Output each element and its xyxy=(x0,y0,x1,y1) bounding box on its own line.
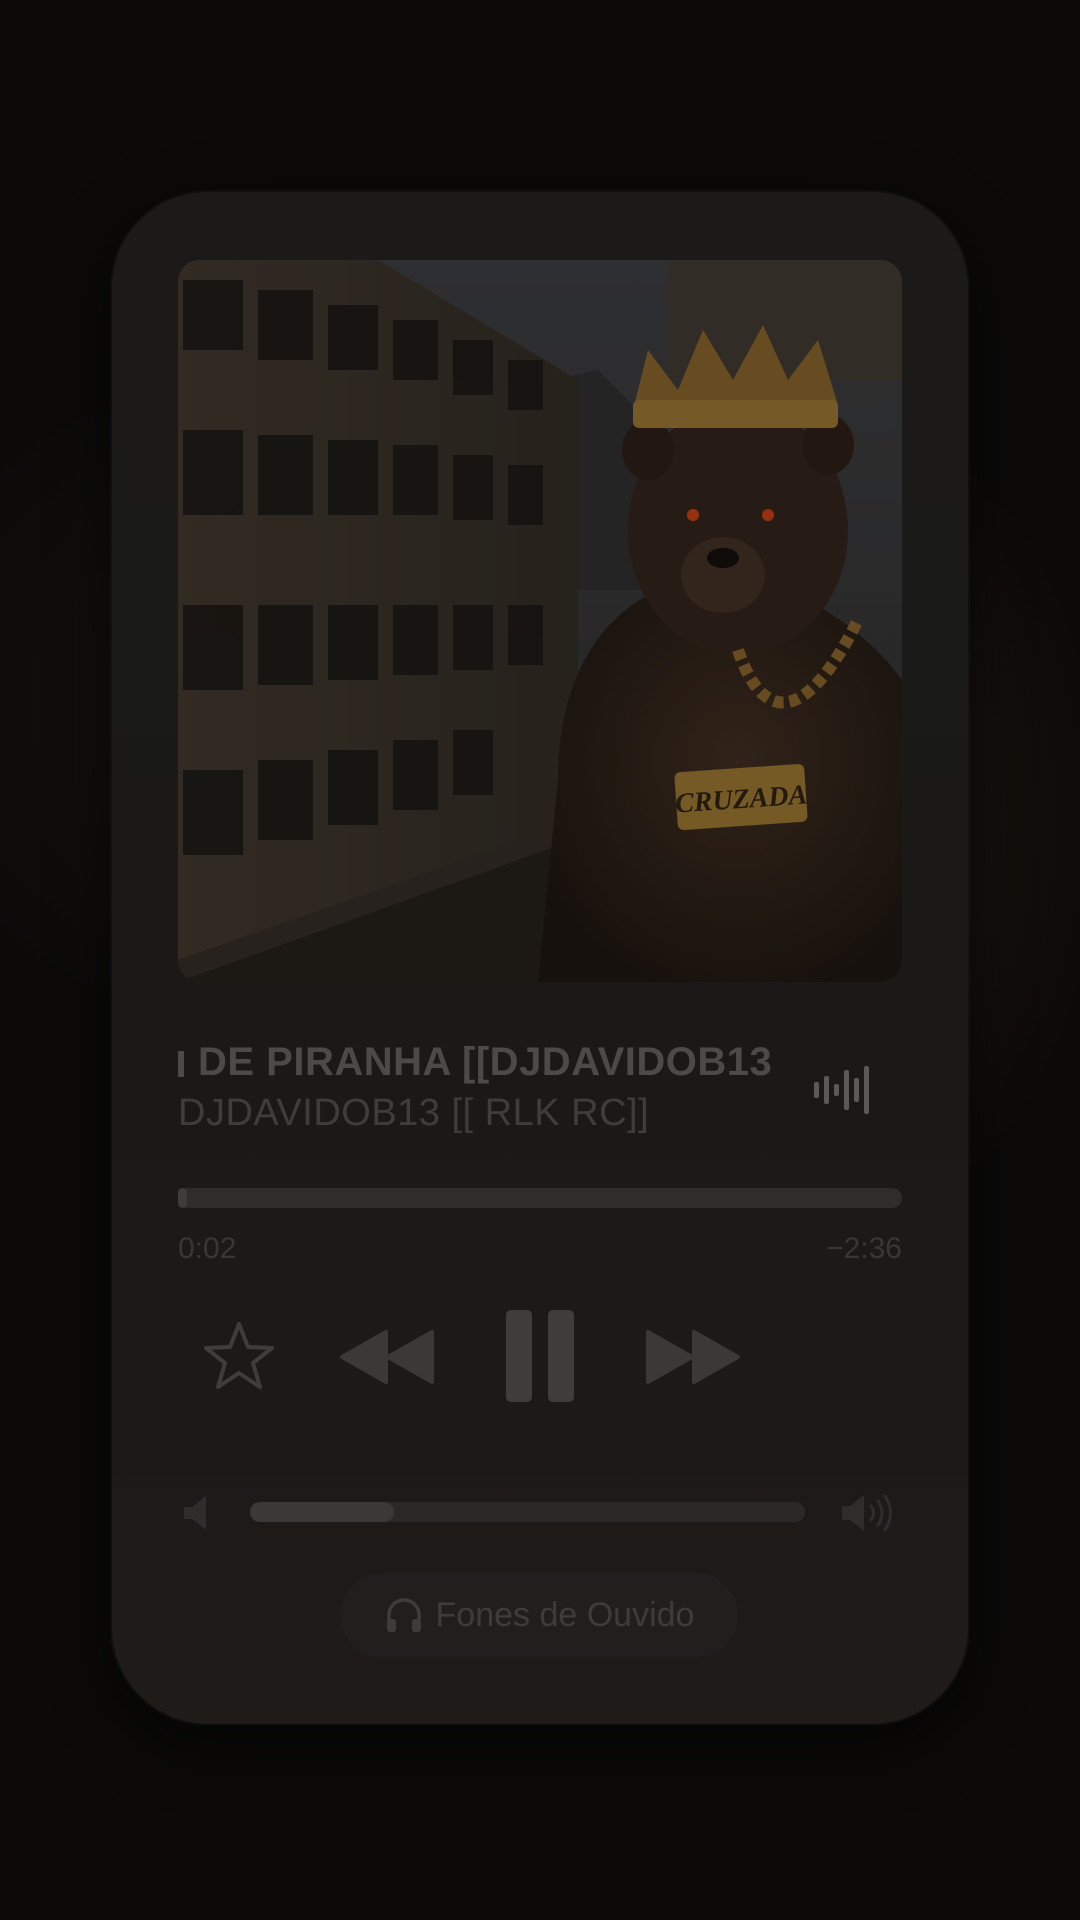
track-title: DE PIRANHA [[DJDAVIDOB13 xyxy=(178,1040,772,1085)
star-icon xyxy=(204,1322,274,1389)
track-artist: DJDAVIDOB13 [[ RLK RC]] xyxy=(178,1092,650,1134)
fast-forward-icon xyxy=(646,1330,740,1384)
pause-icon xyxy=(506,1310,574,1402)
pause-button[interactable] xyxy=(506,1310,574,1402)
audio-output-button[interactable]: Fones de Ouvido xyxy=(340,1573,738,1657)
remaining-time: −2:36 xyxy=(826,1232,902,1265)
playback-progress-bar[interactable] xyxy=(178,1188,902,1208)
next-button[interactable] xyxy=(644,1328,742,1386)
volume-slider[interactable] xyxy=(250,1502,805,1522)
track-info[interactable]: DE PIRANHA [[DJDAVIDOB13 DJDAVIDOB13 [[ … xyxy=(178,1040,778,1150)
album-artwork: CRUZADA xyxy=(178,260,902,982)
elapsed-time: 0:02 xyxy=(178,1232,237,1265)
previous-button[interactable] xyxy=(338,1328,436,1386)
audio-output-label: Fones de Ouvido xyxy=(435,1595,695,1634)
rewind-icon xyxy=(340,1330,434,1384)
playback-progress-fill xyxy=(178,1188,187,1208)
headphones-icon xyxy=(386,1598,421,1632)
waveform-icon[interactable] xyxy=(812,1062,876,1118)
favorite-button[interactable] xyxy=(202,1320,276,1392)
speaker-low-icon xyxy=(182,1494,212,1532)
speaker-high-icon xyxy=(840,1492,900,1534)
volume-slider-fill xyxy=(250,1502,395,1522)
